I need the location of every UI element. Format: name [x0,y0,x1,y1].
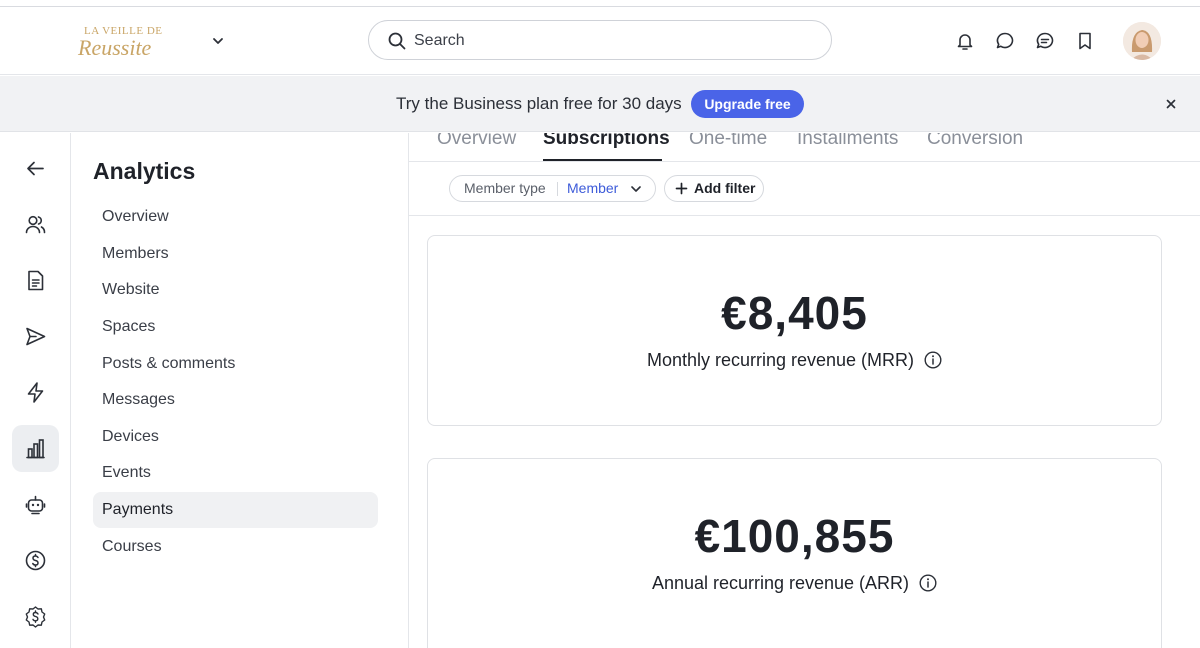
sidebar-item-members[interactable]: Members [93,236,378,272]
filter-value: Member [567,180,619,196]
rail-affiliates[interactable] [12,593,59,640]
top-bar: LA VEILLE DE Reussite Search [0,7,1200,75]
add-filter-button[interactable]: Add filter [664,175,764,202]
filter-bar: Member type Member Add filter [409,162,1200,216]
lightning-icon [27,382,44,403]
sidebar-title: Analytics [93,158,196,184]
chat-bubble-icon[interactable] [994,30,1016,52]
member-type-filter[interactable]: Member type Member [449,175,656,202]
community-logo[interactable]: LA VEILLE DE Reussite [74,21,170,61]
add-filter-label: Add filter [694,180,756,196]
analytics-sidebar: Analytics Overview Members Website Space… [71,133,409,648]
back-button[interactable] [12,145,59,192]
rail-posts[interactable] [12,257,59,304]
bell-icon[interactable] [954,30,976,52]
svg-text:Reussite: Reussite [77,35,152,60]
filter-separator [557,182,558,196]
mrr-label-row: Monthly recurring revenue (MRR) [428,349,1161,371]
arr-label: Annual recurring revenue (ARR) [651,573,910,593]
mrr-label: Monthly recurring revenue (MRR) [646,350,915,370]
arr-label-row: Annual recurring revenue (ARR) [428,572,1161,594]
chevron-down-icon[interactable] [210,33,226,49]
mrr-value: €8,405 [721,287,868,339]
sidebar-item-spaces[interactable]: Spaces [93,309,378,345]
rail-paywalls[interactable] [12,537,59,584]
rail-analytics[interactable] [12,425,59,472]
bot-icon [25,495,46,515]
rail-ai-agent[interactable] [12,481,59,528]
arr-value: €100,855 [694,510,895,562]
tab-conversion[interactable]: Conversion [927,133,1023,150]
tab-one-time[interactable]: One-time [689,133,767,150]
tab-overview[interactable]: Overview [437,133,516,150]
back-arrow-icon [27,161,44,176]
trial-banner: Try the Business plan free for 30 days U… [0,76,1200,132]
sidebar-item-posts-comments[interactable]: Posts & comments [93,346,378,382]
active-tab-indicator [543,159,662,161]
document-icon [28,270,44,291]
plus-icon [675,182,688,195]
rail-workflows[interactable] [12,369,59,416]
analytics-tabs: Overview Subscriptions One-time Installm… [409,133,1200,162]
search-input[interactable]: Search [368,20,832,60]
messages-icon[interactable] [1034,30,1056,52]
search-placeholder: Search [414,32,465,49]
arr-card: €100,855 Annual recurring revenue (ARR) [427,458,1162,648]
search-icon [388,32,406,50]
tab-installments[interactable]: Installments [797,133,898,150]
icon-rail [0,133,71,648]
mrr-card: €8,405 Monthly recurring revenue (MRR) [427,235,1162,426]
bookmark-icon[interactable] [1074,30,1096,52]
avatar[interactable] [1123,22,1161,60]
filter-key: Member type [464,180,546,196]
analytics-icon [26,439,45,459]
send-icon [26,327,46,346]
rail-members[interactable] [12,201,59,248]
close-icon[interactable] [1162,95,1180,113]
info-icon[interactable] [919,574,937,592]
sidebar-item-payments[interactable]: Payments [93,492,378,528]
sidebar-item-courses[interactable]: Courses [93,529,378,565]
rail-send[interactable] [12,313,59,360]
sidebar-item-events[interactable]: Events [93,455,378,491]
tab-subscriptions[interactable]: Subscriptions [543,133,670,150]
sidebar-item-overview[interactable]: Overview [93,199,378,235]
sidebar-item-devices[interactable]: Devices [93,419,378,455]
dollar-badge-icon [25,606,46,628]
chevron-down-icon [631,186,641,192]
info-icon[interactable] [924,351,942,369]
dollar-icon [25,550,46,571]
members-icon [25,215,46,234]
sidebar-item-website[interactable]: Website [93,272,378,308]
sidebar-item-messages[interactable]: Messages [93,382,378,418]
upgrade-free-button[interactable]: Upgrade free [691,90,804,118]
banner-text: Try the Business plan free for 30 days [396,94,682,113]
